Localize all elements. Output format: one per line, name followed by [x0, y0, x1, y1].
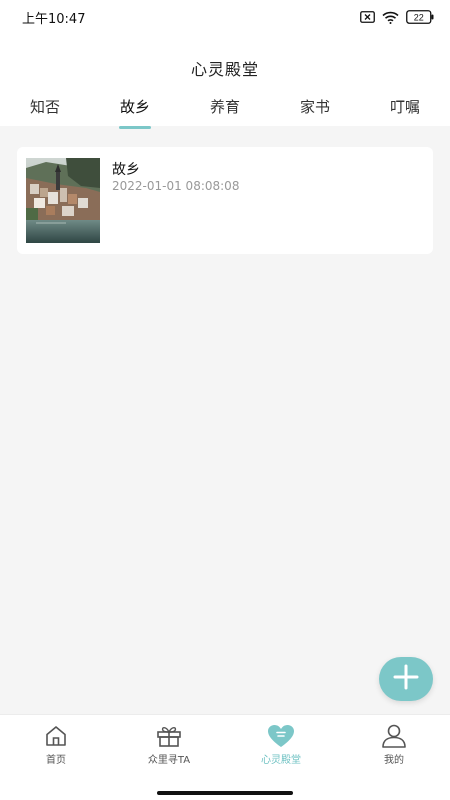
plus-icon: [392, 663, 420, 695]
person-icon: [381, 723, 407, 749]
nav-label: 我的: [384, 755, 404, 766]
gift-icon: [156, 723, 182, 749]
status-icons: 22: [360, 10, 434, 24]
status-bar: 上午10:47 22: [0, 0, 450, 34]
wifi-icon: [382, 11, 399, 24]
sim-blocked-icon: [360, 11, 375, 23]
status-time: 上午10:47: [22, 11, 86, 27]
bottom-nav: 首页 众里寻TA 心灵殿堂 我的: [0, 714, 450, 800]
nav-label: 心灵殿堂: [261, 755, 301, 766]
nav-search-ta[interactable]: 众里寻TA: [129, 723, 209, 771]
tab-guxiang[interactable]: 故乡: [105, 96, 165, 129]
tab-yangyu[interactable]: 养育: [195, 96, 255, 117]
content-area: 故乡 2022-01-01 08:08:08: [0, 126, 450, 714]
page-title: 心灵殿堂: [190, 60, 259, 79]
add-button[interactable]: [379, 657, 433, 701]
nav-label: 首页: [46, 755, 66, 766]
header: 心灵殿堂 知否 故乡 养育 家书 叮嘱: [0, 34, 450, 129]
card-title: 故乡: [112, 162, 140, 178]
nav-profile[interactable]: 我的: [354, 723, 434, 771]
tab-label: 家书: [299, 98, 330, 116]
battery-icon: 22: [406, 10, 434, 24]
tab-label: 知否: [29, 98, 60, 116]
nav-heart-hall[interactable]: 心灵殿堂: [241, 723, 321, 771]
card-date: 2022-01-01 08:08:08: [112, 179, 240, 193]
list-item[interactable]: 故乡 2022-01-01 08:08:08: [17, 147, 433, 254]
tab-zhifou[interactable]: 知否: [15, 96, 75, 117]
tab-label: 故乡: [119, 98, 150, 116]
home-icon: [44, 723, 68, 749]
nav-label: 众里寻TA: [147, 755, 191, 766]
nav-home[interactable]: 首页: [16, 723, 96, 771]
home-indicator: [157, 791, 293, 795]
tab-label: 养育: [209, 98, 240, 116]
village-photo-thumbnail: [26, 158, 100, 243]
tab-jiashu[interactable]: 家书: [285, 96, 345, 117]
tab-dingzhu[interactable]: 叮嘱: [375, 96, 435, 117]
tab-bar: 知否 故乡 养育 家书 叮嘱: [0, 92, 450, 129]
battery-level: 22: [414, 12, 424, 22]
tab-label: 叮嘱: [389, 98, 420, 116]
heart-icon: [267, 723, 295, 749]
screen: 上午10:47 22 心灵殿堂 知否 故乡 养育 家书 叮嘱 故乡 2022-0…: [0, 0, 450, 800]
